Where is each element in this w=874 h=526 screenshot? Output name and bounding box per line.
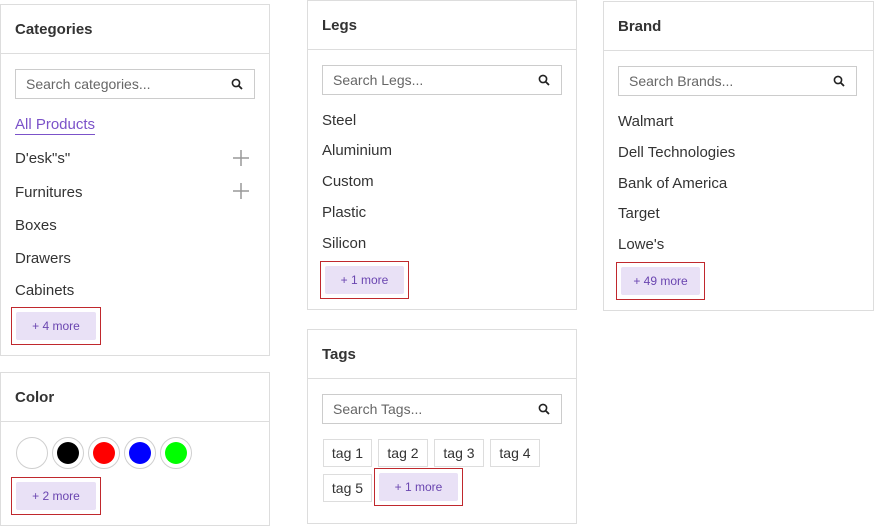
brand-panel: Brand Walmart Dell Technologies Bank of …	[603, 1, 874, 311]
brand-item[interactable]: Dell Technologies	[618, 144, 735, 161]
search-icon[interactable]	[537, 73, 551, 87]
color-more-highlight: + 2 more	[11, 477, 101, 515]
legs-item[interactable]: Custom	[322, 173, 374, 190]
tags-more-button[interactable]: + 1 more	[379, 473, 458, 501]
tag-chip[interactable]: tag 4	[490, 439, 540, 467]
category-all-products[interactable]: All Products	[15, 116, 96, 135]
tags-panel: Tags tag 1 tag 2 tag 3 tag 4 tag 5 + 1 m…	[307, 329, 577, 524]
brand-item[interactable]: Lowe's	[618, 236, 664, 253]
tags-more-highlight: + 1 more	[374, 468, 463, 506]
category-all-products-label[interactable]: All Products	[15, 116, 96, 135]
brand-item[interactable]: Target	[618, 205, 660, 222]
brand-more-button[interactable]: + 49 more	[621, 267, 700, 295]
brand-more-highlight: + 49 more	[616, 262, 705, 300]
color-title: Color	[1, 373, 269, 422]
tags-search[interactable]	[322, 394, 562, 424]
search-icon[interactable]	[537, 402, 551, 416]
categories-title: Categories	[1, 5, 269, 54]
color-swatch-fill	[21, 442, 43, 464]
color-swatch-fill	[93, 442, 115, 464]
tags-search-input[interactable]	[333, 401, 537, 417]
expand-plus-icon[interactable]	[233, 150, 249, 166]
color-swatch-fill	[57, 442, 79, 464]
legs-item[interactable]: Steel	[322, 112, 356, 129]
color-more-button[interactable]: + 2 more	[16, 482, 96, 510]
tag-chip[interactable]: tag 2	[378, 439, 428, 467]
color-panel: Color + 2 more	[0, 372, 270, 526]
tag-chip[interactable]: tag 3	[434, 439, 484, 467]
legs-item[interactable]: Aluminium	[322, 142, 392, 159]
category-item[interactable]: Furnitures	[15, 184, 83, 201]
legs-search-input[interactable]	[333, 72, 537, 88]
legs-item[interactable]: Plastic	[322, 204, 366, 221]
color-swatch-white[interactable]	[16, 437, 48, 469]
brand-search-input[interactable]	[629, 73, 832, 89]
legs-more-highlight: + 1 more	[320, 261, 409, 299]
category-item[interactable]: Cabinets	[15, 282, 74, 299]
search-icon[interactable]	[832, 74, 846, 88]
legs-panel: Legs Steel Aluminium Custom Plastic Sili…	[307, 0, 577, 310]
search-icon[interactable]	[230, 77, 244, 91]
color-swatch-black[interactable]	[52, 437, 84, 469]
category-item[interactable]: Boxes	[15, 217, 57, 234]
tag-chip[interactable]: tag 1	[323, 439, 372, 467]
categories-panel: Categories All Products D'esk"s" Furnitu…	[0, 4, 270, 356]
brand-search[interactable]	[618, 66, 857, 96]
brand-item[interactable]: Walmart	[618, 113, 673, 130]
expand-plus-icon[interactable]	[233, 183, 249, 199]
color-swatch-red[interactable]	[88, 437, 120, 469]
category-item[interactable]: D'esk"s"	[15, 150, 70, 167]
color-swatch-fill	[129, 442, 151, 464]
color-swatch-blue[interactable]	[124, 437, 156, 469]
tag-chip[interactable]: tag 5	[323, 474, 372, 502]
categories-more-button[interactable]: + 4 more	[16, 312, 96, 340]
legs-more-button[interactable]: + 1 more	[325, 266, 404, 294]
color-swatch-fill	[165, 442, 187, 464]
color-swatch-green[interactable]	[160, 437, 192, 469]
legs-title: Legs	[308, 1, 576, 50]
categories-more-highlight: + 4 more	[11, 307, 101, 345]
legs-search[interactable]	[322, 65, 562, 95]
legs-item[interactable]: Silicon	[322, 235, 366, 252]
tags-title: Tags	[308, 330, 576, 379]
brand-title: Brand	[604, 2, 873, 51]
categories-search[interactable]	[15, 69, 255, 99]
categories-search-input[interactable]	[26, 76, 230, 92]
brand-item[interactable]: Bank of America	[618, 175, 727, 192]
category-item[interactable]: Drawers	[15, 250, 71, 267]
